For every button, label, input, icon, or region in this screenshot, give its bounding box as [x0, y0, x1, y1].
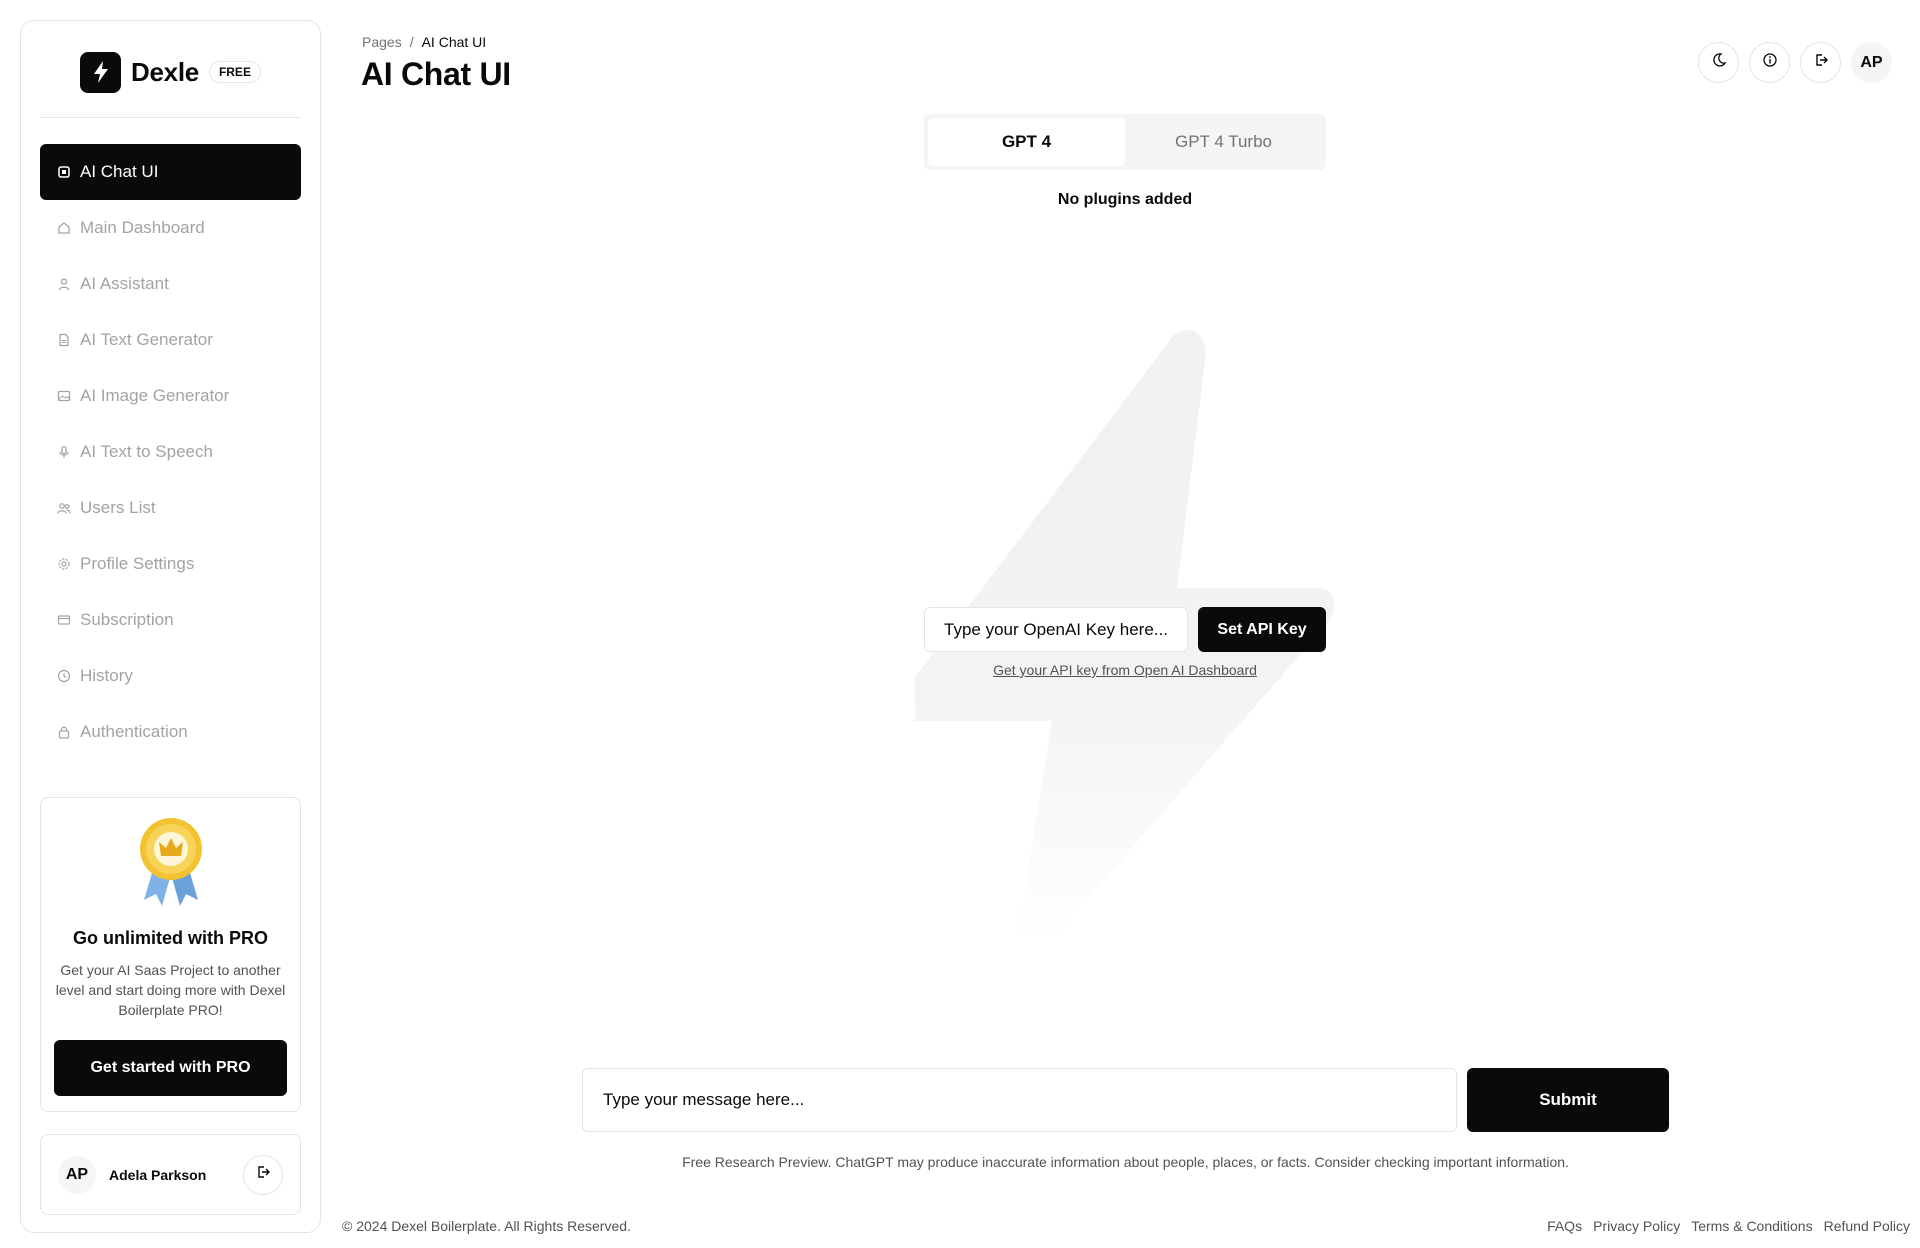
microphone-icon	[56, 444, 72, 460]
sidebar-item-profile-settings[interactable]: Profile Settings	[40, 536, 301, 592]
sidebar-nav: AI Chat UI Main Dashboard AI Assistant A…	[40, 144, 301, 760]
breadcrumb: Pages / AI Chat UI	[362, 34, 486, 50]
tab-gpt-4-turbo[interactable]: GPT 4 Turbo	[1125, 118, 1322, 166]
user-name: Adela Parkson	[109, 1166, 207, 1183]
sidebar-item-label: Main Dashboard	[80, 218, 205, 237]
sidebar: Dexle FREE AI Chat UI Main Dashboard AI …	[20, 20, 321, 1233]
sidebar-item-label: Authentication	[80, 722, 188, 741]
api-key-input[interactable]	[924, 607, 1188, 652]
clock-icon	[56, 668, 72, 684]
users-icon	[56, 500, 72, 516]
sidebar-item-main-dashboard[interactable]: Main Dashboard	[40, 200, 301, 256]
lightning-bolt-icon	[80, 51, 122, 93]
image-icon	[56, 388, 72, 404]
breadcrumb-current: AI Chat UI	[421, 34, 487, 50]
home-icon	[56, 220, 72, 236]
sidebar-item-label: AI Assistant	[80, 274, 169, 293]
sidebar-item-label: Users List	[80, 498, 156, 517]
copyright: © 2024 Dexel Boilerplate. All Rights Res…	[342, 1218, 631, 1234]
sidebar-item-ai-text-to-speech[interactable]: AI Text to Speech	[40, 424, 301, 480]
footer-link-faqs[interactable]: FAQs	[1547, 1218, 1582, 1234]
sidebar-item-ai-assistant[interactable]: AI Assistant	[40, 256, 301, 312]
sidebar-item-authentication[interactable]: Authentication	[40, 704, 301, 760]
submit-button[interactable]: Submit	[1467, 1068, 1669, 1132]
brand[interactable]: Dexle FREE	[21, 51, 320, 93]
promo-title: Go unlimited with PRO	[73, 928, 268, 948]
logout-icon	[255, 1164, 271, 1185]
sidebar-item-history[interactable]: History	[40, 648, 301, 704]
info-button[interactable]	[1749, 42, 1790, 83]
api-key-link[interactable]: Get your API key from Open AI Dashboard	[924, 662, 1326, 678]
sidebar-item-label: AI Text to Speech	[80, 442, 213, 461]
api-key-form: Set API Key	[924, 607, 1326, 652]
user-card: AP Adela Parkson	[40, 1134, 301, 1215]
set-api-key-button[interactable]: Set API Key	[1198, 607, 1326, 652]
theme-toggle-button[interactable]	[1698, 42, 1739, 83]
sidebar-item-label: History	[80, 666, 133, 685]
lock-icon	[56, 724, 72, 740]
header-actions: AP	[1698, 42, 1892, 83]
disclaimer-text: Free Research Preview. ChatGPT may produ…	[682, 1154, 1569, 1170]
logout-button[interactable]	[243, 1154, 283, 1195]
chip-icon	[56, 164, 72, 180]
sidebar-item-users-list[interactable]: Users List	[40, 480, 301, 536]
avatar[interactable]: AP	[58, 1155, 96, 1194]
sidebar-item-label: Profile Settings	[80, 554, 195, 573]
gear-icon	[56, 556, 72, 572]
breadcrumb-separator: /	[409, 34, 414, 50]
divider	[40, 117, 301, 118]
header-avatar[interactable]: AP	[1851, 42, 1892, 83]
moon-icon	[1711, 52, 1727, 73]
sidebar-item-label: AI Chat UI	[80, 162, 159, 181]
document-icon	[56, 332, 72, 348]
breadcrumb-root[interactable]: Pages	[362, 34, 402, 50]
info-icon	[1762, 52, 1778, 73]
page-title: AI Chat UI	[361, 56, 511, 92]
promo-description: Get your AI Saas Project to another leve…	[55, 962, 286, 1018]
user-icon	[56, 276, 72, 292]
logout-header-button[interactable]	[1800, 42, 1841, 83]
pro-promo-card: Go unlimited with PRO Get your AI Saas P…	[40, 797, 301, 1112]
model-tabs: GPT 4 GPT 4 Turbo	[924, 114, 1326, 170]
footer-link-privacy-policy[interactable]: Privacy Policy	[1593, 1218, 1680, 1234]
plan-badge: FREE	[208, 61, 261, 83]
sidebar-item-label: Subscription	[80, 610, 174, 629]
sidebar-item-ai-text-generator[interactable]: AI Text Generator	[40, 312, 301, 368]
footer-link-refund-policy[interactable]: Refund Policy	[1824, 1218, 1910, 1234]
plugins-status: No plugins added	[1057, 191, 1193, 208]
sidebar-item-subscription[interactable]: Subscription	[40, 592, 301, 648]
brand-name: Dexle	[131, 56, 199, 87]
tab-gpt-4[interactable]: GPT 4	[928, 118, 1125, 166]
sidebar-item-ai-chat-ui[interactable]: AI Chat UI	[40, 144, 301, 200]
sidebar-item-label: AI Text Generator	[80, 330, 213, 349]
award-ribbon-icon	[136, 816, 206, 908]
sidebar-item-label: AI Image Generator	[80, 386, 230, 405]
sidebar-item-ai-image-generator[interactable]: AI Image Generator	[40, 368, 301, 424]
footer-link-terms[interactable]: Terms & Conditions	[1691, 1218, 1812, 1234]
credit-card-icon	[56, 612, 72, 628]
get-started-pro-button[interactable]: Get started with PRO	[54, 1040, 287, 1096]
logout-icon	[1813, 52, 1829, 73]
message-input[interactable]	[582, 1068, 1457, 1132]
footer-links: FAQs Privacy Policy Terms & Conditions R…	[1547, 1218, 1910, 1234]
